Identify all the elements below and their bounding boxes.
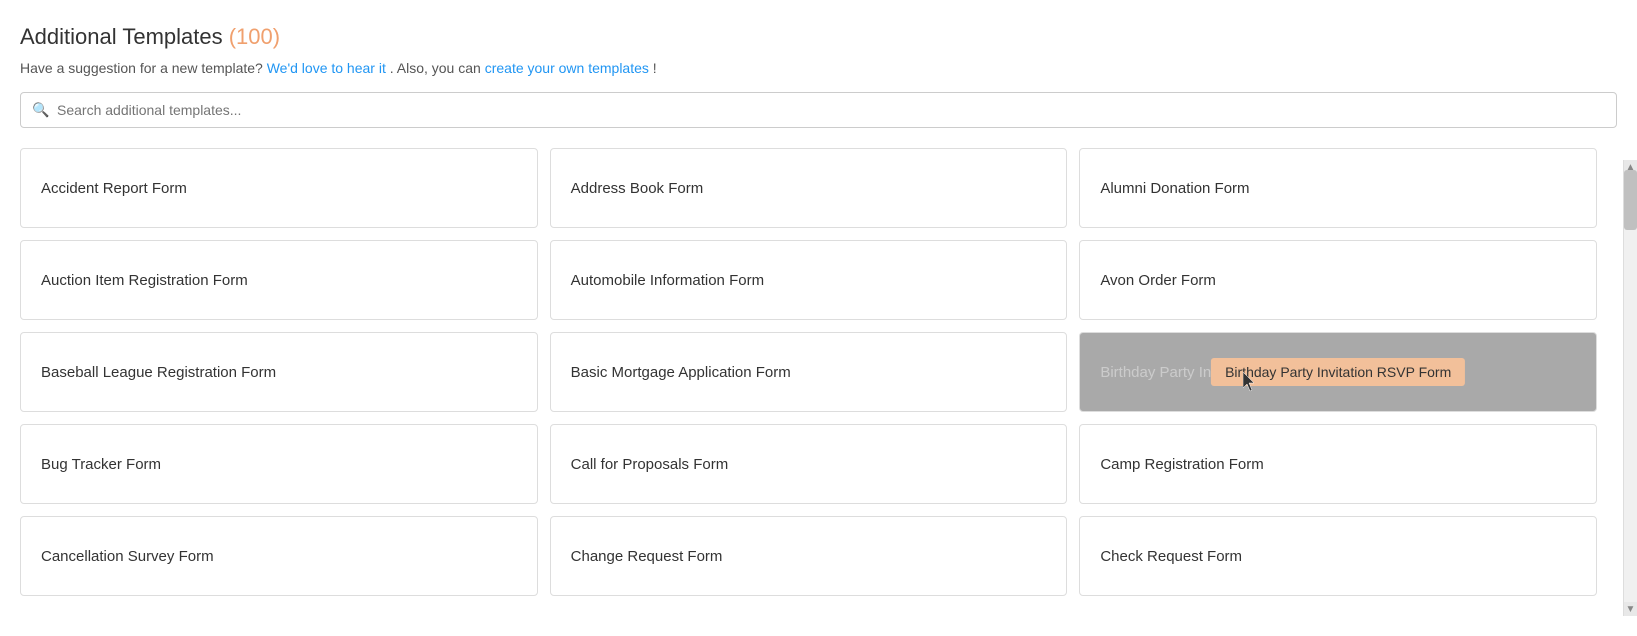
subtitle-middle: . Also, you can: [390, 60, 481, 76]
subtitle: Have a suggestion for a new template? We…: [20, 60, 1617, 76]
template-item-label: Address Book Form: [571, 180, 704, 197]
template-item-label: Avon Order Form: [1100, 272, 1216, 289]
template-item[interactable]: Auction Item Registration Form: [20, 240, 538, 320]
template-item[interactable]: Check Request Form: [1079, 516, 1597, 596]
page-title: Additional Templates (100): [20, 24, 1617, 50]
templates-grid: Accident Report Form Address Book Form Alu…: [20, 148, 1617, 596]
subtitle-end: !: [653, 60, 657, 76]
template-item-label: Call for Proposals Form: [571, 456, 729, 473]
scrollbar-down-arrow[interactable]: ▼: [1624, 602, 1637, 616]
template-item-label: Change Request Form: [571, 548, 723, 565]
template-tooltip: Birthday Party Invitation RSVP Form: [1211, 358, 1465, 386]
search-container: 🔍: [20, 92, 1617, 128]
create-own-link[interactable]: create your own templates: [485, 60, 649, 76]
title-text: Additional Templates: [20, 24, 223, 49]
template-item-label: Baseball League Registration Form: [41, 364, 276, 381]
scrollbar-thumb[interactable]: [1624, 170, 1637, 230]
template-item[interactable]: Basic Mortgage Application Form: [550, 332, 1068, 412]
template-item-label: Cancellation Survey Form: [41, 548, 214, 565]
search-input[interactable]: [20, 92, 1617, 128]
template-item-label: Bug Tracker Form: [41, 456, 161, 473]
template-item[interactable]: Birthday Party Invitation RSVP Form Birt…: [1079, 332, 1597, 412]
template-item[interactable]: Automobile Information Form: [550, 240, 1068, 320]
template-item-label: Camp Registration Form: [1100, 456, 1263, 473]
template-item[interactable]: Change Request Form: [550, 516, 1068, 596]
template-item-label: Alumni Donation Form: [1100, 180, 1249, 197]
template-item-label: Accident Report Form: [41, 180, 187, 197]
template-item[interactable]: Camp Registration Form: [1079, 424, 1597, 504]
template-item[interactable]: Baseball League Registration Form: [20, 332, 538, 412]
template-count: (100): [229, 24, 280, 49]
template-item[interactable]: Accident Report Form: [20, 148, 538, 228]
template-item[interactable]: Call for Proposals Form: [550, 424, 1068, 504]
search-icon: 🔍: [32, 102, 49, 119]
template-item[interactable]: Alumni Donation Form: [1079, 148, 1597, 228]
page-container: Additional Templates (100) Have a sugges…: [0, 0, 1637, 616]
scrollbar: ▲ ▼: [1623, 160, 1637, 616]
suggestion-link[interactable]: We'd love to hear it: [267, 60, 386, 76]
template-item-label: Auction Item Registration Form: [41, 272, 248, 289]
subtitle-text: Have a suggestion for a new template?: [20, 60, 263, 76]
template-item[interactable]: Cancellation Survey Form: [20, 516, 538, 596]
template-item-label: Automobile Information Form: [571, 272, 764, 289]
template-item[interactable]: Address Book Form: [550, 148, 1068, 228]
template-item-label: Basic Mortgage Application Form: [571, 364, 791, 381]
template-item[interactable]: Avon Order Form: [1079, 240, 1597, 320]
template-item-label: Check Request Form: [1100, 548, 1242, 565]
template-item[interactable]: Bug Tracker Form: [20, 424, 538, 504]
